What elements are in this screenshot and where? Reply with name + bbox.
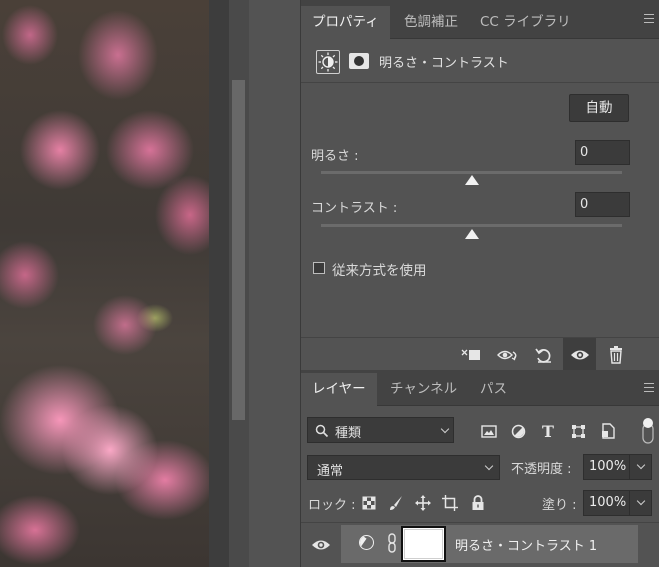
scrollbar-thumb[interactable] [232,80,245,420]
lock-transparent-pixels-icon[interactable] [360,494,378,512]
layers-tab-bar: レイヤー チャンネル パス [301,370,659,406]
chevron-down-icon [440,424,450,434]
panel-gutter [249,0,300,567]
layer-name[interactable]: 明るさ・コントラスト 1 [455,535,597,554]
legacy-checkbox[interactable] [313,262,325,274]
brightness-slider[interactable] [321,171,622,174]
layer-row[interactable]: 明るさ・コントラスト 1 [301,522,659,567]
chevron-down-icon [636,460,646,470]
tab-cc-libraries[interactable]: CC ライブラリ [469,6,582,39]
contrast-slider-thumb[interactable] [464,229,479,239]
opacity-value: 100% [589,459,627,474]
adjustment-header: 明るさ・コントラスト [301,39,659,83]
lock-artboard-icon[interactable] [441,494,459,512]
adjustment-title: 明るさ・コントラスト [379,56,509,71]
fill-input[interactable]: 100% [583,490,652,516]
properties-panel: プロパティ 色調補正 CC ライブラリ 明るさ・コントラスト 自動 明るさ : … [300,0,659,371]
tab-channels[interactable]: チャンネル [379,373,468,406]
lock-position-icon[interactable] [414,494,432,512]
search-icon [315,424,329,438]
view-previous-state-icon[interactable] [491,338,524,371]
canvas-pasteboard [209,0,229,567]
layers-panel: レイヤー チャンネル パス 種類 T 通常 不透明度 : 100% ロック : [300,370,659,567]
layer-visibility-eye-icon[interactable] [311,537,331,553]
trash-icon[interactable] [599,338,632,371]
mask-link-icon[interactable] [387,533,397,553]
tab-layers[interactable]: レイヤー [301,373,377,406]
opacity-dropdown[interactable] [629,455,651,479]
tab-paths[interactable]: パス [469,373,518,406]
brightness-contrast-icon[interactable] [316,50,340,74]
type-filter-icon[interactable]: T [539,422,557,441]
layer-mask-thumbnail[interactable] [401,526,446,562]
layer-filter-value: 種類 [335,426,362,441]
lock-label: ロック : [308,498,356,513]
layer-mask-icon[interactable] [349,53,369,69]
contrast-slider[interactable] [321,224,622,227]
image-filter-icon[interactable] [480,422,498,440]
blend-mode-select[interactable]: 通常 [307,455,500,480]
adjustment-layer-icon [359,535,374,550]
opacity-label: 不透明度 : [511,462,572,477]
tab-adjustments[interactable]: 色調補正 [393,6,469,39]
properties-tab-bar: プロパティ 色調補正 CC ライブラリ [301,0,659,39]
panel-menu-icon[interactable] [644,383,654,392]
blend-mode-value: 通常 [317,464,344,479]
smart-object-filter-icon[interactable] [599,422,617,440]
fill-dropdown[interactable] [629,491,651,515]
opacity-input[interactable]: 100% [583,454,652,480]
reset-icon[interactable] [527,338,560,371]
brightness-input[interactable]: 0 [575,140,630,165]
selected-layer-highlight[interactable]: 明るさ・コントラスト 1 [341,525,638,563]
panel-menu-icon[interactable] [644,14,654,23]
clip-to-layer-icon[interactable] [454,338,487,371]
fill-label: 塗り : [542,498,577,513]
lock-all-icon[interactable] [469,494,487,512]
chevron-down-icon [484,461,494,471]
layer-filter-select[interactable]: 種類 [307,417,454,443]
contrast-input[interactable]: 0 [575,192,630,217]
tab-properties[interactable]: プロパティ [301,6,390,39]
brightness-label: 明るさ : [311,149,359,164]
chevron-down-icon [636,496,646,506]
document-canvas[interactable] [0,0,209,567]
contrast-label: コントラスト : [311,201,398,216]
lock-image-pixels-icon[interactable] [387,494,405,512]
filter-toggle-switch[interactable] [642,418,654,444]
legacy-checkbox-label[interactable]: 従来方式を使用 [332,259,427,279]
properties-footer [301,337,659,371]
brightness-slider-thumb[interactable] [464,175,479,185]
fill-value: 100% [589,495,627,510]
adjustment-filter-icon[interactable] [509,422,527,440]
shape-filter-icon[interactable] [569,422,587,440]
auto-button[interactable]: 自動 [569,94,629,122]
visibility-icon[interactable] [563,338,596,371]
